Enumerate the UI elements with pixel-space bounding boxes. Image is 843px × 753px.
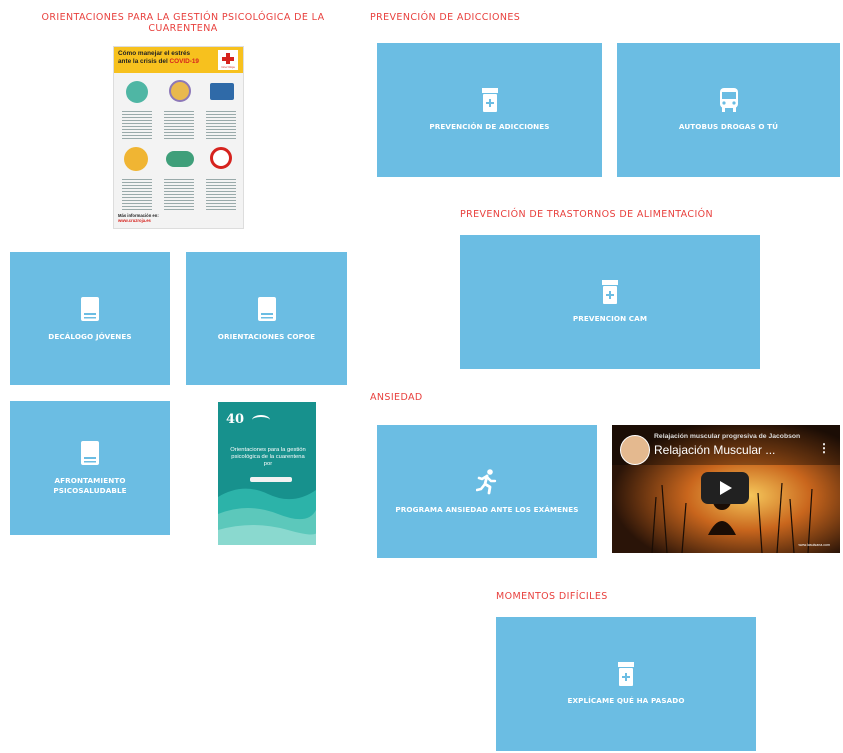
book-icon — [81, 296, 99, 321]
medicine-jar-icon — [602, 280, 618, 304]
tile-label: AUTOBUS DROGAS O TÚ — [678, 122, 779, 131]
section-title-ansiedad: ANSIEDAD — [370, 392, 423, 403]
video-site-text: www.lasuisana.com — [798, 543, 830, 547]
poster-title-line2: ante la crisis del — [118, 58, 168, 65]
meditation-icon — [124, 147, 148, 171]
covid-stress-poster[interactable]: Cómo manejar el estrés ante la crisis de… — [113, 46, 244, 229]
poster-footer: Más información en: www.cruzroja.es — [118, 213, 159, 223]
section-title-orientaciones: ORIENTACIONES PARA LA GESTIÓN PSICOLÓGIC… — [41, 12, 325, 34]
anniversary-badge: 40 — [226, 412, 245, 427]
red-cross-logo: Cruz Roja — [218, 50, 238, 70]
tile-label: ORIENTACIONES COPOE — [217, 331, 316, 341]
tile-label: PREVENCIÓN DE ADICCIONES — [429, 122, 550, 131]
running-icon — [476, 468, 497, 494]
tile-afrontamiento-psicosaludable[interactable]: AFRONTAMIENTO PSICOSALUDABLE — [10, 401, 170, 535]
orientaciones-book-cover[interactable]: 40 Orientaciones para la gestión psicoló… — [218, 402, 316, 545]
red-cross-brand: Cruz Roja — [221, 65, 235, 69]
tile-orientaciones-copoe[interactable]: ORIENTACIONES COPOE — [186, 252, 347, 385]
exercise-icon — [166, 151, 194, 167]
more-options-icon[interactable]: ⋮ — [818, 442, 830, 454]
poster-footer-line2: www.cruzroja.es — [118, 218, 151, 223]
channel-avatar[interactable] — [620, 435, 650, 465]
tile-autobus-drogas[interactable]: AUTOBUS DROGAS O TÚ — [617, 43, 840, 177]
play-button[interactable] — [701, 472, 749, 504]
play-icon — [720, 481, 732, 495]
book-cover-text: Orientaciones para la gestión psicológic… — [230, 447, 306, 467]
tile-prevencion-adicciones[interactable]: PREVENCIÓN DE ADICCIONES — [377, 43, 602, 177]
poster-title-highlight: COVID-19 — [169, 58, 199, 65]
book-icon — [257, 296, 276, 321]
video-channel-text: Relajación muscular progresiva de Jacobs… — [654, 433, 801, 440]
magnifier-icon — [169, 80, 191, 102]
tile-label: PROGRAMA ANSIEDAD ANTE LOS EXÁMENES — [395, 504, 579, 514]
bird-icon — [252, 415, 270, 425]
poster-title-line1: Cómo manejar el estrés — [118, 50, 191, 57]
medicine-jar-icon — [481, 88, 498, 112]
tile-programa-ansiedad-examenes[interactable]: PROGRAMA ANSIEDAD ANTE LOS EXÁMENES — [377, 425, 597, 558]
section-title-adicciones: PREVENCIÓN DE ADICCIONES — [370, 12, 521, 23]
video-title[interactable]: Relajación Muscular ... — [654, 443, 775, 457]
bus-icon — [719, 88, 738, 112]
tile-prevencion-cam[interactable]: PREVENCION CAM — [460, 235, 760, 369]
section-title-alimentacion: PREVENCIÓN DE TRASTORNOS DE ALIMENTACIÓN — [460, 209, 714, 220]
video-relajacion-muscular[interactable]: Relajación muscular progresiva de Jacobs… — [612, 425, 840, 553]
tile-label: EXPLÍCAME QUÉ HA PASADO — [567, 696, 685, 705]
book-icon — [81, 441, 99, 465]
tile-label: AFRONTAMIENTO PSICOSALUDABLE — [53, 476, 127, 495]
tile-explicame-que-ha-pasado[interactable]: EXPLÍCAME QUÉ HA PASADO — [496, 617, 756, 751]
tile-decalogo-jovenes[interactable]: DECÁLOGO JÓVENES — [10, 252, 170, 385]
face-icon — [126, 81, 148, 103]
section-title-momentos: MOMENTOS DIFÍCILES — [496, 591, 608, 602]
tile-label: DECÁLOGO JÓVENES — [48, 331, 132, 341]
poster-header: Cómo manejar el estrés ante la crisis de… — [114, 47, 243, 73]
tile-label: PREVENCION CAM — [572, 314, 648, 323]
medicine-jar-icon — [618, 662, 634, 686]
no-alcohol-icon — [210, 147, 232, 169]
monitor-icon — [210, 83, 234, 100]
